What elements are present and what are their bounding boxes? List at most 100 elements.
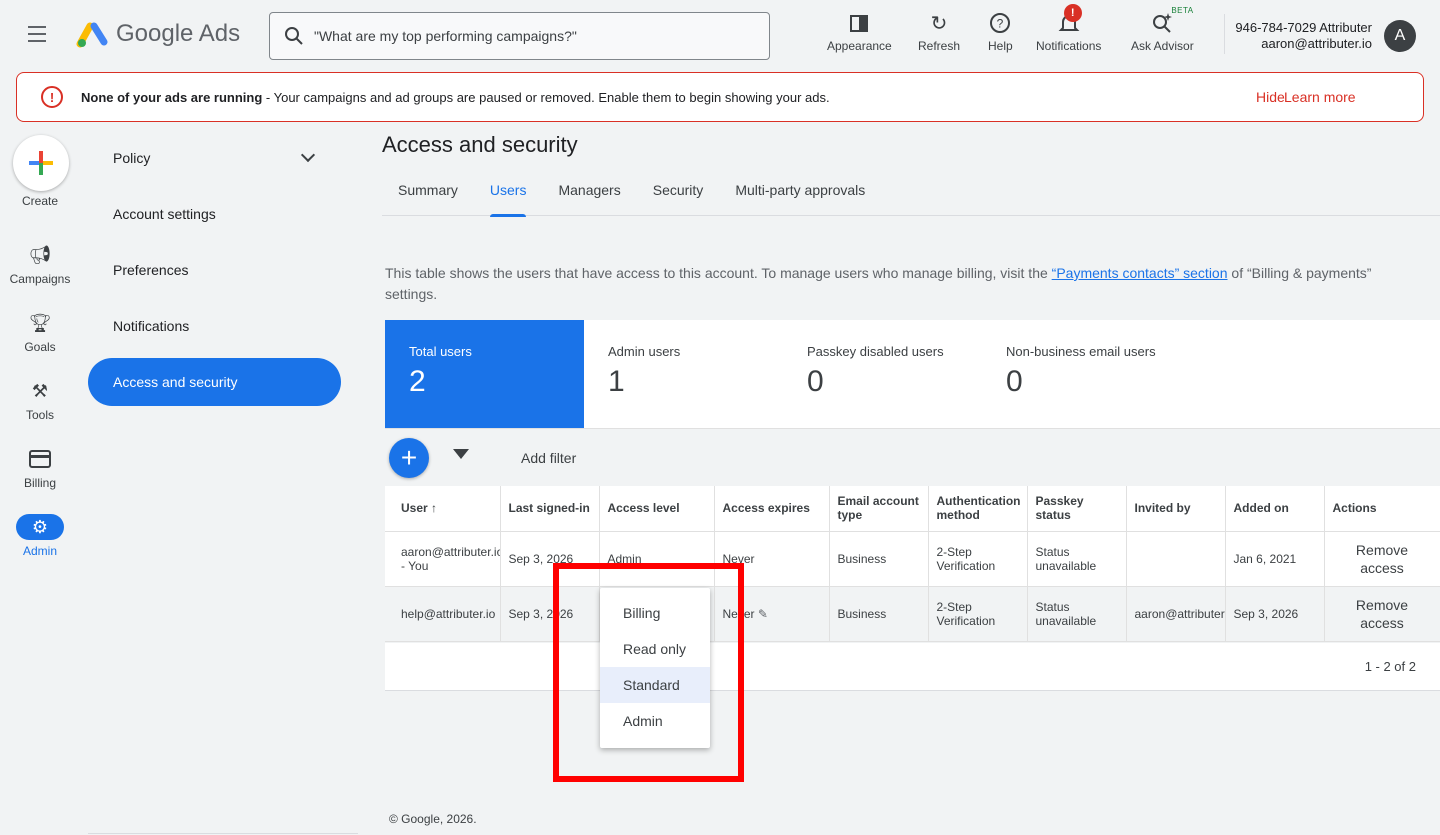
desc-before: This table shows the users that have acc… [385, 265, 1052, 281]
nav-label-access-security: Access and security [113, 374, 238, 390]
nav-label-notifications: Notifications [113, 318, 190, 334]
hide-alert-button[interactable]: Hide [1256, 89, 1285, 105]
ads-logo-icon [76, 22, 108, 48]
help-button[interactable]: ? Help [988, 10, 1013, 53]
alert-title: None of your ads are running [81, 89, 263, 105]
rail-item-billing[interactable]: Billing [0, 446, 80, 490]
stat-admin-users[interactable]: Admin users 1 [584, 320, 783, 428]
refresh-icon: ↻ [930, 12, 948, 35]
rail-item-admin[interactable]: ⚙ Admin [0, 514, 80, 558]
remove-access-button[interactable]: Remove access [1324, 531, 1440, 587]
table-row: aaron@attributer.io - You Sep 3, 2026 Ad… [385, 531, 1440, 587]
stat-label: Passkey disabled users [807, 344, 944, 359]
account-info[interactable]: 946-784-7029 Attributer aaron@attributer… [1235, 20, 1372, 52]
add-user-button[interactable]: + [389, 438, 429, 478]
stat-label: Non-business email users [1006, 344, 1156, 359]
col-added-on[interactable]: Added on [1225, 486, 1325, 532]
nav-item-account-settings[interactable]: Account settings [88, 190, 341, 238]
col-invited-by[interactable]: Invited by [1126, 486, 1226, 532]
refresh-label: Refresh [918, 39, 961, 53]
cell-access-expires[interactable]: Never ✎ [714, 586, 830, 642]
notifications-button[interactable]: ! Notifications [1036, 4, 1101, 53]
rail-label-billing: Billing [23, 476, 56, 490]
refresh-button[interactable]: ↻ Refresh [918, 10, 961, 54]
stat-label: Total users [409, 344, 472, 359]
rail-item-tools[interactable]: ⚒ Tools [0, 378, 80, 423]
nav-item-preferences[interactable]: Preferences [88, 246, 341, 294]
col-auth-method[interactable]: Authentication method [928, 486, 1028, 532]
cell-user: aaron@attributer.io - You [385, 531, 501, 587]
users-description: This table shows the users that have acc… [385, 263, 1425, 305]
access-option-billing[interactable]: Billing [600, 595, 710, 631]
rail-item-goals[interactable]: 🏆︎ Goals [0, 310, 80, 355]
top-bar: Google Ads Appearance ↻ Refresh ? Help !… [0, 0, 1440, 72]
add-filter-button[interactable]: Add filter [521, 450, 576, 466]
nav-item-notifications[interactable]: Notifications [88, 302, 341, 350]
stat-total-users[interactable]: Total users 2 [385, 320, 584, 428]
notification-badge: ! [1063, 4, 1082, 22]
cell-auth-method: 2-Step Verification [928, 586, 1028, 642]
expires-text: Never [722, 606, 755, 621]
rail-create-label: Create [21, 194, 59, 208]
search-icon [285, 27, 303, 45]
advisor-icon: BETA [1151, 6, 1193, 36]
search-input[interactable] [314, 28, 734, 44]
alert-message: None of your ads are running - Your camp… [81, 90, 830, 105]
cell-user: help@attributer.io [385, 586, 501, 642]
stat-value: 2 [409, 365, 426, 398]
table-header-row: User ↑ Last signed-in Access level Acces… [385, 486, 1440, 532]
col-access-expires[interactable]: Access expires [714, 486, 830, 532]
access-option-read-only[interactable]: Read only [600, 631, 710, 667]
logo-text: Google Ads [116, 20, 241, 47]
bell-icon: ! [1058, 4, 1082, 36]
cell-access-level[interactable]: Admin [599, 531, 715, 587]
ads-not-running-alert: ! None of your ads are running - Your ca… [16, 72, 1424, 122]
alert-text: - Your campaigns and ad groups are pause… [262, 89, 830, 105]
nav-item-policy[interactable]: Policy [88, 134, 341, 182]
filter-icon[interactable] [453, 449, 469, 459]
plus-icon: + [400, 442, 418, 473]
learn-more-link[interactable]: Learn more [1284, 89, 1356, 105]
cell-invited-by [1126, 531, 1226, 587]
access-option-standard[interactable]: Standard [600, 667, 710, 703]
tab-managers[interactable]: Managers [542, 170, 636, 216]
ask-advisor-button[interactable]: BETA Ask Advisor [1131, 6, 1194, 53]
stat-passkey-disabled[interactable]: Passkey disabled users 0 [783, 320, 982, 428]
create-button[interactable] [13, 135, 69, 191]
pagination-count: 1 - 2 of 2 [1364, 659, 1416, 674]
col-access-level[interactable]: Access level [599, 486, 715, 532]
tools-icon: ⚒ [31, 380, 49, 401]
search-box[interactable] [269, 12, 770, 60]
chevron-down-icon [300, 147, 316, 163]
col-email-type[interactable]: Email account type [829, 486, 929, 532]
cell-passkey-status: Status unavailable [1027, 586, 1127, 642]
col-user[interactable]: User ↑ [385, 486, 501, 532]
header-divider [1224, 14, 1225, 54]
access-option-admin[interactable]: Admin [600, 703, 710, 739]
ask-advisor-label: Ask Advisor [1131, 39, 1194, 53]
footer-copyright: © Google, 2026. [389, 812, 477, 826]
edit-pencil-icon[interactable]: ✎ [758, 607, 768, 621]
stat-value: 1 [608, 365, 625, 398]
remove-access-button[interactable]: Remove access [1324, 586, 1440, 642]
main-menu-icon[interactable] [28, 26, 50, 46]
tab-security[interactable]: Security [637, 170, 720, 216]
avatar[interactable]: A [1384, 20, 1416, 52]
tab-users[interactable]: Users [474, 170, 543, 217]
col-passkey-status[interactable]: Passkey status [1027, 486, 1127, 532]
nav-item-access-security[interactable]: Access and security [88, 358, 341, 406]
rail-label-tools: Tools [25, 408, 54, 422]
rail-label-admin: Admin [22, 544, 57, 558]
nav-label-account-settings: Account settings [113, 206, 216, 222]
cell-access-expires: Never [714, 531, 830, 587]
appearance-button[interactable]: Appearance [827, 10, 892, 53]
stat-label: Admin users [608, 344, 681, 359]
rail-item-campaigns[interactable]: 📢︎ Campaigns [0, 242, 80, 287]
payments-contacts-link[interactable]: “Payments contacts” section [1052, 265, 1228, 281]
plus-icon [29, 151, 53, 175]
tab-summary[interactable]: Summary [382, 170, 474, 216]
col-last-signed-in[interactable]: Last signed-in [500, 486, 600, 532]
tab-multi-party-approvals[interactable]: Multi-party approvals [719, 170, 881, 216]
google-ads-logo[interactable]: Google Ads [76, 20, 240, 48]
stat-non-business-email[interactable]: Non-business email users 0 [982, 320, 1181, 428]
